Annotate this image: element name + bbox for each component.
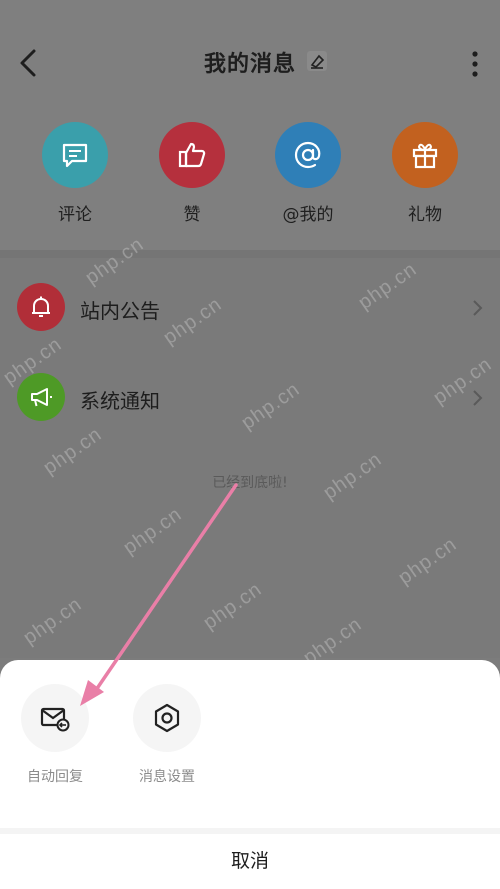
list-item-announcements[interactable]: 站内公告 [0,260,500,350]
auto-reply-circle [21,684,89,752]
message-settings-label: 消息设置 [139,769,195,785]
comment-icon [62,143,88,168]
list-item-label: 系统通知 [80,389,160,413]
gift-circle [392,122,458,188]
category-gifts[interactable]: 礼物 [375,122,475,225]
category-label: 赞 [183,205,201,225]
message-settings-button[interactable]: 消息设置 [117,684,217,786]
bottom-action-sheet: 自动回复 消息设置 取消 [0,660,500,889]
category-shortcuts: 评论 赞 @我的 礼物 [0,122,500,250]
comment-circle [42,122,108,188]
gift-icon [412,143,438,169]
settings-hexagon-icon [154,703,180,733]
end-of-list-text: 已经到底啦! [212,475,288,491]
mention-circle [275,122,341,188]
bell-icon [32,296,50,317]
announcement-badge [17,283,65,331]
category-label: 评论 [58,205,92,225]
chevron-right-icon [473,390,483,406]
message-settings-circle [133,684,201,752]
auto-reply-label: 自动回复 [27,769,83,785]
cancel-button[interactable]: 取消 [0,834,500,889]
section-divider [0,250,500,258]
chevron-right-icon [473,300,483,316]
messages-page: 我的消息 评论 赞 @我的 礼物 站内公告 系统通知 已经到底啦! php.cn… [0,0,500,889]
page-title: 我的消息 [203,52,296,77]
category-mentions[interactable]: @我的 [258,122,358,225]
mail-reply-icon [40,707,70,732]
category-likes[interactable]: 赞 [142,122,242,225]
category-label: 礼物 [408,205,442,225]
list-item-label: 站内公告 [80,299,160,323]
thumbs-up-icon [178,142,206,168]
more-options-icon[interactable] [462,46,488,82]
megaphone-icon [31,388,52,407]
category-comments[interactable]: 评论 [25,122,125,225]
clear-unread-icon[interactable] [306,50,328,72]
category-label: @我的 [282,205,334,225]
header-bar: 我的消息 [0,0,500,125]
at-icon [294,141,321,169]
auto-reply-button[interactable]: 自动回复 [5,684,105,786]
like-circle [159,122,225,188]
